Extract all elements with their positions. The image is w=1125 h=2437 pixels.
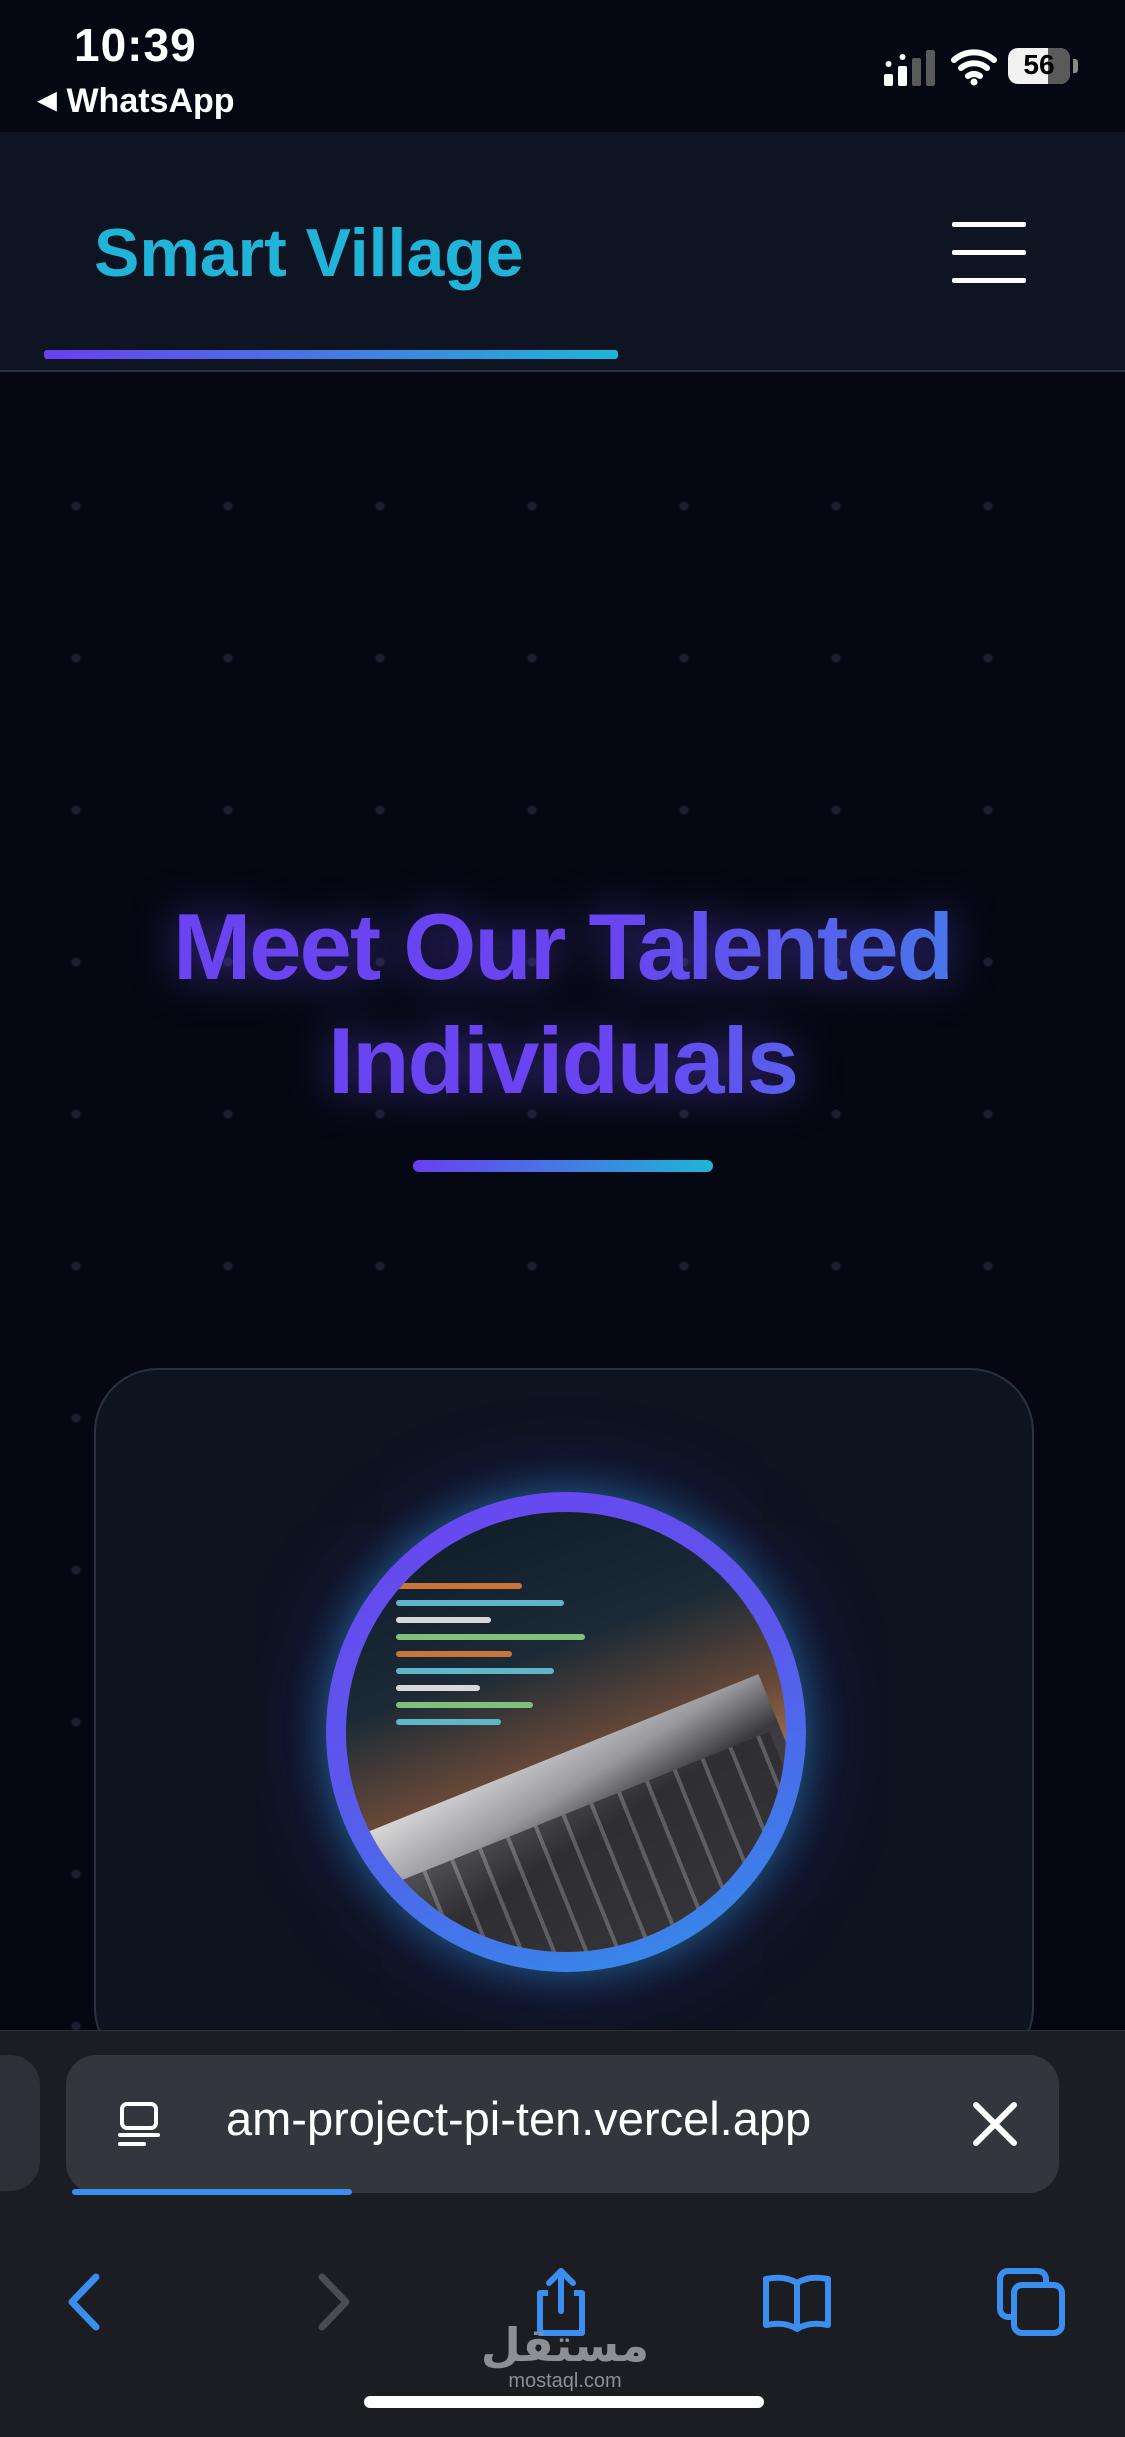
forward-icon[interactable] bbox=[296, 2267, 366, 2337]
status-bar: 10:39 ◀ WhatsApp 56 bbox=[0, 0, 1125, 132]
url-text[interactable]: am-project-pi-ten.vercel.app bbox=[226, 2091, 811, 2146]
title-underline bbox=[413, 1160, 713, 1172]
back-app-label: WhatsApp bbox=[66, 82, 235, 120]
battery-icon: 56 bbox=[1008, 48, 1080, 86]
previous-tab-peek[interactable] bbox=[0, 2055, 40, 2191]
avatar bbox=[346, 1512, 786, 1952]
tabs-icon[interactable] bbox=[996, 2267, 1066, 2337]
site-brand[interactable]: Smart Village bbox=[94, 214, 524, 292]
hamburger-menu-icon[interactable] bbox=[952, 222, 1026, 284]
page-menu-icon[interactable] bbox=[114, 2099, 164, 2149]
back-to-app-link[interactable]: ◀ WhatsApp bbox=[38, 82, 235, 121]
mostaql-watermark: مستقل mostaql.com bbox=[480, 2322, 650, 2394]
section-title: Meet Our Talented Individuals bbox=[60, 890, 1065, 1118]
signal-icon bbox=[884, 50, 935, 86]
bookmarks-icon[interactable] bbox=[762, 2267, 832, 2337]
battery-level: 56 bbox=[1023, 49, 1055, 80]
address-bar[interactable]: am-project-pi-ten.vercel.app bbox=[66, 2055, 1059, 2193]
back-icon[interactable] bbox=[52, 2267, 122, 2337]
loading-progress-bar bbox=[72, 2189, 352, 2195]
close-icon[interactable] bbox=[966, 2095, 1024, 2153]
status-time: 10:39 bbox=[74, 19, 197, 71]
watermark-arabic: مستقل bbox=[480, 2318, 650, 2372]
code-lines bbox=[396, 1572, 606, 1736]
home-indicator[interactable] bbox=[364, 2396, 764, 2408]
site-header: Smart Village bbox=[0, 132, 1125, 372]
team-member-card[interactable] bbox=[94, 1368, 1034, 2072]
avatar-ring bbox=[326, 1492, 806, 1972]
brand-underline bbox=[44, 350, 618, 359]
back-triangle-icon: ◀ bbox=[38, 87, 57, 114]
wifi-icon bbox=[951, 49, 997, 86]
